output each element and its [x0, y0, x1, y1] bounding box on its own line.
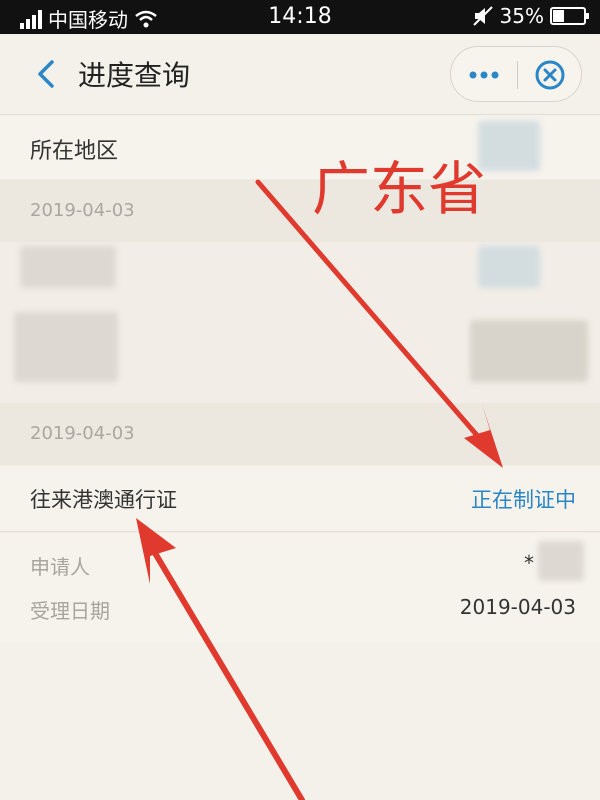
accept-date-label: 受理日期 — [30, 599, 110, 623]
group-date: 2019-04-03 — [30, 423, 135, 444]
region-row[interactable]: 所在地区 — [0, 115, 600, 179]
accept-date-value: 2019-04-03 — [459, 595, 576, 619]
blurred-record-value — [470, 320, 588, 382]
status-right: 35% — [472, 4, 589, 28]
blurred-record[interactable] — [0, 242, 600, 402]
application-row[interactable]: 往来港澳通行证 正在制证中 — [0, 466, 600, 532]
battery-icon — [550, 7, 589, 25]
group-date: 2019-04-03 — [30, 200, 135, 221]
date-header: 2019-04-03 — [0, 403, 600, 465]
close-circle-icon — [535, 60, 565, 90]
blurred-applicant-name — [538, 541, 584, 581]
blurred-record-name — [14, 312, 118, 382]
application-details: 申请人 * 受理日期 2019-04-03 — [0, 533, 600, 643]
close-button[interactable] — [517, 47, 583, 103]
more-button[interactable] — [451, 47, 517, 103]
applicant-value: * — [524, 551, 534, 575]
battery-percent: 35% — [499, 4, 544, 28]
mute-icon — [472, 6, 493, 26]
region-label: 所在地区 — [30, 139, 119, 164]
chevron-left-icon — [38, 60, 54, 88]
date-header: 2019-04-03 — [0, 180, 600, 242]
blurred-record-status — [478, 246, 540, 288]
application-name: 往来港澳通行证 — [30, 488, 177, 512]
annotation-text: 广东省 — [312, 155, 487, 223]
applicant-label: 申请人 — [30, 555, 90, 579]
empty-area — [0, 643, 600, 800]
application-status[interactable]: 正在制证中 — [471, 484, 576, 514]
status-bar: 中国移动 14:18 35% — [0, 0, 600, 34]
page-title: 进度查询 — [78, 59, 191, 92]
back-button[interactable] — [28, 54, 68, 94]
blurred-region-value — [478, 121, 540, 171]
more-dots-icon — [469, 71, 499, 79]
blurred-record-title — [20, 246, 116, 288]
nav-bar: 进度查询 — [0, 34, 600, 115]
mini-program-capsule — [450, 46, 582, 102]
